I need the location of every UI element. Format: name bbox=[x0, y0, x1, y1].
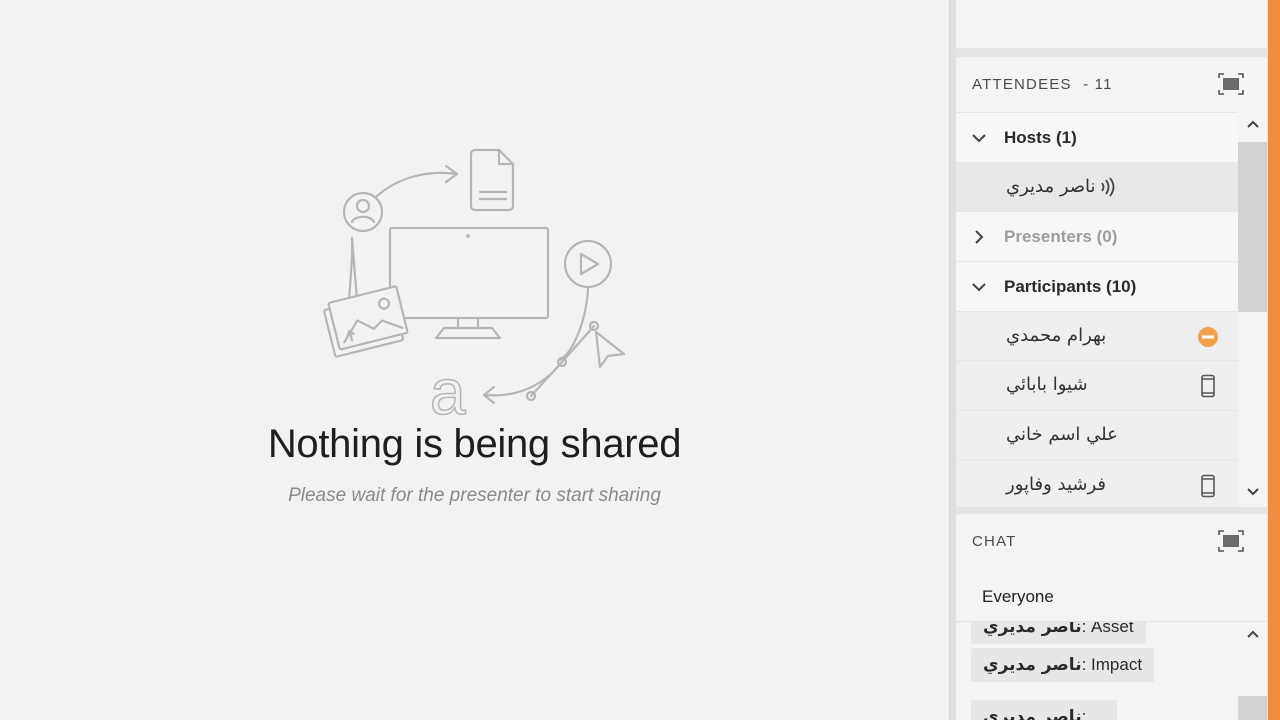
group-hosts[interactable]: Hosts (1) bbox=[956, 112, 1238, 162]
scrollbar-thumb[interactable] bbox=[1238, 696, 1267, 720]
share-subtitle: Please wait for the presenter to start s… bbox=[288, 485, 661, 506]
attendees-count: - 11 bbox=[1083, 76, 1113, 93]
chat-text: : Asset bbox=[1081, 622, 1134, 636]
attendee-row[interactable]: ناصر مديري bbox=[956, 161, 1238, 212]
attendee-row[interactable]: علي اسم خاني bbox=[956, 410, 1238, 460]
attendee-row[interactable]: شيوا بابائي bbox=[956, 360, 1238, 411]
share-area: a Nothing is being shared Please wait fo… bbox=[0, 0, 949, 720]
mobile-device-icon bbox=[1201, 474, 1215, 498]
attendee-name: ناصر مديري bbox=[1006, 176, 1096, 198]
group-participants-label: Participants (10) bbox=[1004, 277, 1137, 297]
chat-recipient-selector[interactable]: Everyone bbox=[956, 582, 1267, 622]
chat-title: CHAT bbox=[972, 533, 1017, 550]
sharing-illustration-icon: a bbox=[323, 148, 626, 422]
chat-message: ناصر مديري: ... bbox=[971, 700, 1118, 720]
scroll-down-icon[interactable] bbox=[1245, 484, 1261, 500]
mobile-device-icon bbox=[1201, 375, 1215, 398]
group-hosts-label: Hosts (1) bbox=[1004, 128, 1077, 147]
chat-scrollbar[interactable] bbox=[1238, 622, 1267, 720]
share-title: Nothing is being shared bbox=[267, 422, 682, 466]
maximize-icon[interactable] bbox=[1217, 72, 1245, 96]
attendees-header: ATTENDEES - 11 bbox=[956, 57, 1267, 111]
chat-message-list: ناصر مديري: Asset ناصر مديري: Impact ناص… bbox=[956, 622, 1238, 720]
svg-text:a: a bbox=[430, 356, 466, 422]
attendee-name: شيوا بابائي bbox=[1006, 374, 1088, 396]
chat-recipient-label: Everyone bbox=[982, 587, 1054, 606]
scroll-up-icon[interactable] bbox=[1245, 116, 1261, 132]
attendees-title: ATTENDEES bbox=[972, 76, 1072, 93]
group-presenters-label: Presenters (0) bbox=[1004, 227, 1118, 247]
chat-header: CHAT bbox=[956, 514, 1267, 568]
chat-message: ناصر مديري: Asset bbox=[971, 622, 1146, 644]
attendee-name: علي اسم خاني bbox=[1006, 424, 1118, 446]
chat-message: ناصر مديري: Impact bbox=[971, 648, 1155, 682]
scroll-up-icon[interactable] bbox=[1245, 626, 1261, 642]
right-accent-bar bbox=[1268, 0, 1280, 720]
top-pod bbox=[956, 0, 1267, 48]
group-presenters[interactable]: Presenters (0) bbox=[956, 211, 1238, 262]
chevron-right-icon[interactable] bbox=[970, 228, 988, 246]
scrollbar-thumb[interactable] bbox=[1238, 142, 1267, 312]
chat-sender: ناصر مديري bbox=[983, 622, 1082, 637]
chat-text: : ... bbox=[1081, 707, 1106, 720]
panel-resize-handle[interactable] bbox=[949, 0, 956, 720]
attendee-name: فرشيد وفاپور bbox=[1006, 473, 1107, 495]
attendee-scrollbar[interactable] bbox=[1238, 112, 1267, 507]
attendee-row[interactable]: بهرام محمدي bbox=[956, 310, 1238, 361]
chat-sender: ناصر مديري bbox=[983, 655, 1082, 675]
chat-sender: ناصر مديري bbox=[983, 707, 1082, 720]
chevron-down-icon[interactable] bbox=[970, 129, 988, 147]
maximize-icon[interactable] bbox=[1217, 529, 1245, 553]
attendee-row[interactable]: فرشيد وفاپور bbox=[956, 459, 1238, 507]
chat-text: : Impact bbox=[1081, 655, 1143, 674]
away-status-icon bbox=[1198, 326, 1218, 347]
speaking-icon bbox=[1100, 177, 1114, 197]
chat-pod: CHAT Everyone ناصر مديري: Asset ناصر مدي… bbox=[956, 514, 1267, 720]
attendee-list: Hosts (1) ناصر مديري Presenters (0) Part… bbox=[956, 112, 1238, 507]
group-participants[interactable]: Participants (10) bbox=[956, 261, 1238, 311]
attendee-name: بهرام محمدي bbox=[1006, 324, 1107, 346]
chevron-down-icon[interactable] bbox=[970, 278, 988, 296]
attendees-pod: ATTENDEES - 11 Hosts (1) ناصر مديري Pres… bbox=[956, 57, 1267, 507]
